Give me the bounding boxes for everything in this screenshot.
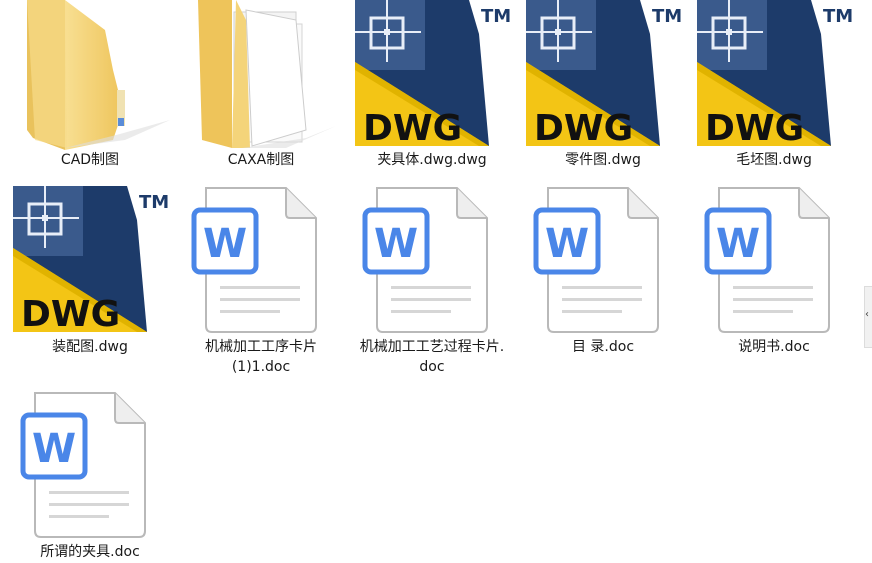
svg-text:DWG: DWG <box>534 108 633 149</box>
svg-text:W: W <box>32 426 76 472</box>
svg-text:TM: TM <box>481 6 511 27</box>
file-item-doc[interactable]: W 所谓的夹具.doc <box>5 391 175 563</box>
file-name: CAXA制图 <box>227 152 295 168</box>
svg-text:W: W <box>716 221 760 267</box>
file-item-doc[interactable]: W 机械加工工艺过程卡片. doc <box>347 186 517 381</box>
file-item-cad-folder[interactable]: CAD制图 <box>5 0 175 175</box>
file-item-doc[interactable]: W 说明书.doc <box>689 186 859 361</box>
svg-text:DWG: DWG <box>705 108 804 149</box>
file-name: 装配图.dwg <box>52 339 128 355</box>
file-name: CAD制图 <box>60 152 120 168</box>
dwg-file-icon: DWG TM <box>13 186 169 335</box>
file-name: 毛坯图.dwg <box>736 152 812 168</box>
file-name-line-2: doc <box>419 359 445 375</box>
folder-icon <box>27 0 170 150</box>
file-item-doc[interactable]: W 机械加工工序卡片 (1)1.doc <box>176 186 346 381</box>
word-document-icon: W <box>704 187 830 333</box>
file-name: 所谓的夹具.doc <box>40 544 140 560</box>
chevron-left-icon: ‹ <box>865 309 869 320</box>
svg-text:TM: TM <box>139 192 169 213</box>
file-name: 零件图.dwg <box>565 152 641 168</box>
word-document-icon: W <box>20 392 146 538</box>
file-item-dwg[interactable]: DWG TM 毛坯图.dwg <box>689 0 859 175</box>
svg-text:TM: TM <box>652 6 682 27</box>
file-item-dwg[interactable]: DWG TM 零件图.dwg <box>518 0 688 175</box>
scroll-left-tab[interactable]: ‹ <box>864 286 872 348</box>
dwg-file-icon: DWG TM <box>526 0 682 149</box>
file-item-caxa-folder[interactable]: CAXA制图 <box>176 0 346 175</box>
file-item-dwg[interactable]: DWG TM 夹具体.dwg.dwg <box>347 0 517 175</box>
svg-text:DWG: DWG <box>363 108 462 149</box>
svg-text:DWG: DWG <box>21 294 120 335</box>
file-item-doc[interactable]: W 目 录.doc <box>518 186 688 361</box>
file-name: 说明书.doc <box>738 339 810 355</box>
file-name: 夹具体.dwg.dwg <box>377 152 487 168</box>
word-document-icon: W <box>362 187 488 333</box>
svg-text:W: W <box>203 221 247 267</box>
svg-text:TM: TM <box>823 6 853 27</box>
folder-with-documents-icon <box>198 0 336 148</box>
word-document-icon: W <box>533 187 659 333</box>
svg-text:W: W <box>545 221 589 267</box>
file-name: 目 录.doc <box>571 339 635 355</box>
dwg-file-icon: DWG TM <box>355 0 511 149</box>
svg-text:W: W <box>374 221 418 267</box>
file-name-line-2: (1)1.doc <box>231 359 291 375</box>
file-name-line-1: 机械加工工艺过程卡片. <box>359 339 505 355</box>
file-item-dwg[interactable]: DWG TM 装配图.dwg <box>5 186 175 361</box>
word-document-icon: W <box>191 187 317 333</box>
file-name-line-1: 机械加工工序卡片 <box>205 339 317 355</box>
dwg-file-icon: DWG TM <box>697 0 853 149</box>
